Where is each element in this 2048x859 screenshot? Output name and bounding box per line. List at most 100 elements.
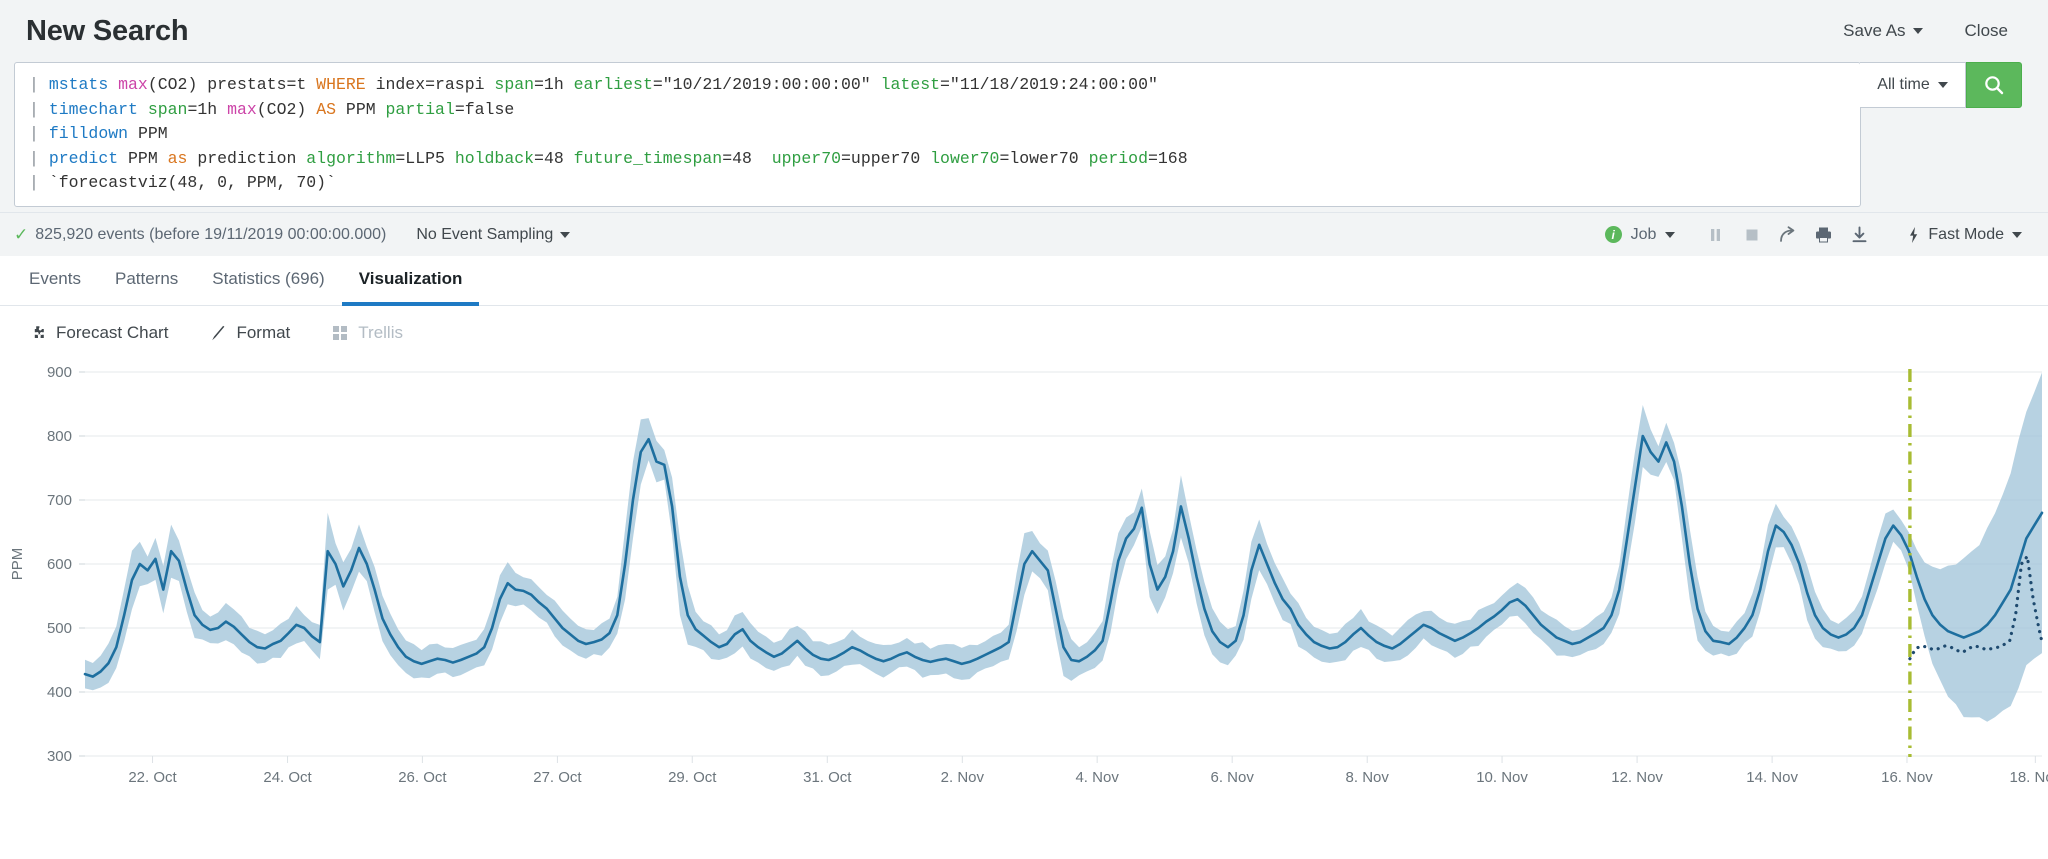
page-header: New Search Save As Close [0,0,2048,62]
x-tick-label: 18. Nov [2009,769,2048,786]
spl-token: as [167,148,188,168]
spl-line-3: | filldown PPM [29,122,1846,147]
spl-token: (CO2) [256,99,317,119]
chevron-down-icon [1912,28,1923,34]
spl-token: =upper70 [841,148,931,168]
brush-icon [212,325,225,340]
search-icon [1985,76,2004,95]
spl-token: algorithm [306,148,396,168]
spl-token: predict [48,148,129,168]
page-title: New Search [26,14,189,47]
header-actions: Save As Close [1843,21,2022,41]
confidence-interval-band [85,372,2042,722]
toolbar-item-label: Forecast Chart [56,323,169,342]
spl-token: `forecastviz(48, 0, PPM, 70)` [48,173,336,192]
spl-token: period [1088,148,1148,168]
stop-button[interactable] [1733,220,1769,250]
y-tick-label: 900 [47,364,72,381]
spl-token: | [29,99,49,119]
x-tick-label: 27. Oct [533,769,582,786]
spl-token: ="11/18/2019:24:00:00" [940,75,1158,94]
search-mode-label: Fast Mode [1928,225,2004,243]
share-icon [1780,225,1795,242]
spl-token: span [147,99,188,119]
y-tick-label: 300 [47,748,72,765]
export-button[interactable] [1841,220,1877,250]
tab-visualization[interactable]: Visualization [341,256,480,306]
x-tick-label: 10. Nov [1476,769,1528,786]
tab-label: Visualization [358,269,463,288]
format-button[interactable]: Format [210,323,290,343]
toolbar-item-label: Trellis [358,323,403,342]
forecast-chart-button[interactable]: Forecast Chart [30,323,168,343]
y-tick-label: 800 [47,428,72,445]
event-sampling-button[interactable]: No Event Sampling [416,225,571,244]
x-tick-label: 8. Nov [1346,769,1390,786]
pause-button[interactable] [1697,220,1733,250]
spl-token: max [118,75,148,94]
chevron-down-icon [1665,231,1676,238]
forecast-chart: 300 400 500 600 700 800 900 PPM 22. Oct 24. Oct 26… [0,360,2048,859]
spl-token: mstats [48,75,119,94]
tab-statistics-696[interactable]: Statistics (696) [195,256,341,306]
x-tick-label: 12. Nov [1611,769,1663,786]
spl-token: PPM [137,124,168,143]
spl-token: | [29,75,49,94]
spl-token: lower70 [930,148,1000,168]
spl-token: span [494,75,535,94]
search-bar: | mstats max(CO2) prestats=t WHERE index… [0,62,2048,212]
event-sampling-label: No Event Sampling [416,225,554,243]
tab-patterns[interactable]: Patterns [98,256,195,306]
print-icon [1815,227,1831,242]
spl-token: latest [880,75,941,94]
job-label: Job [1630,225,1657,243]
time-range-button[interactable]: All time [1860,62,1966,108]
spl-token: =168 [1148,148,1188,168]
close-button[interactable]: Close [1965,21,2008,41]
job-controls: i Job Fast Mode [1604,220,2022,250]
print-button[interactable] [1805,220,1841,250]
x-tick-label: 29. Oct [668,769,717,786]
trellis-button: Trellis [332,323,403,343]
spl-token: future_timespan [573,148,723,168]
spl-line-5: | `forecastviz(48, 0, PPM, 70)` [29,171,1846,196]
job-status-bar: ✓ 825,920 events (before 19/11/2019 00:0… [0,212,2048,256]
x-tick-label: 22. Oct [128,769,177,786]
export-icon [1852,226,1867,242]
info-icon: i [1604,226,1622,243]
spl-token: WHERE [316,75,366,94]
spl-token: PPM [336,99,386,119]
spl-line-2: | timechart span=1h max(CO2) AS PPM part… [29,98,1846,123]
check-icon: ✓ [14,225,29,244]
forecast-chart-svg[interactable]: 300 400 500 600 700 800 900 PPM 22. Oct 24. Oct 26… [0,360,2048,859]
spl-line-1: | mstats max(CO2) prestats=t WHERE index… [29,73,1846,98]
spl-token: =lower70 [999,148,1089,168]
spl-token: =48 [722,148,772,168]
spl-token: | [29,173,49,192]
y-tick-label: 700 [47,492,72,509]
x-tick-label: 16. Nov [1881,769,1933,786]
y-tick-label: 600 [47,556,72,573]
spl-token: partial [385,99,455,119]
lightning-icon [1910,226,1918,243]
spl-token: index=raspi [365,75,495,94]
time-range-picker: All time [1860,62,2022,108]
run-search-button[interactable] [1966,62,2022,108]
job-menu-button[interactable]: i Job [1604,225,1676,244]
splunk-search-page: New Search Save As Close | mstats max(CO… [0,0,2048,859]
spl-token: AS [316,99,337,119]
grid-icon [333,325,348,340]
spl-token: earliest [573,75,653,94]
spl-token: upper70 [771,148,842,168]
save-as-button[interactable]: Save As [1843,21,1923,41]
save-as-label: Save As [1843,21,1906,40]
event-count-label: 825,920 events (before 19/11/2019 00:00:… [35,225,387,243]
tab-label: Patterns [114,269,179,288]
spl-token: holdback [454,148,535,168]
search-mode-button[interactable]: Fast Mode [1907,226,2022,244]
search-input[interactable]: | mstats max(CO2) prestats=t WHERE index… [14,62,1861,207]
share-button[interactable] [1769,220,1805,250]
tab-events[interactable]: Events [12,256,98,306]
x-tick-label: 31. Oct [803,769,852,786]
spl-token: =false [454,99,515,119]
